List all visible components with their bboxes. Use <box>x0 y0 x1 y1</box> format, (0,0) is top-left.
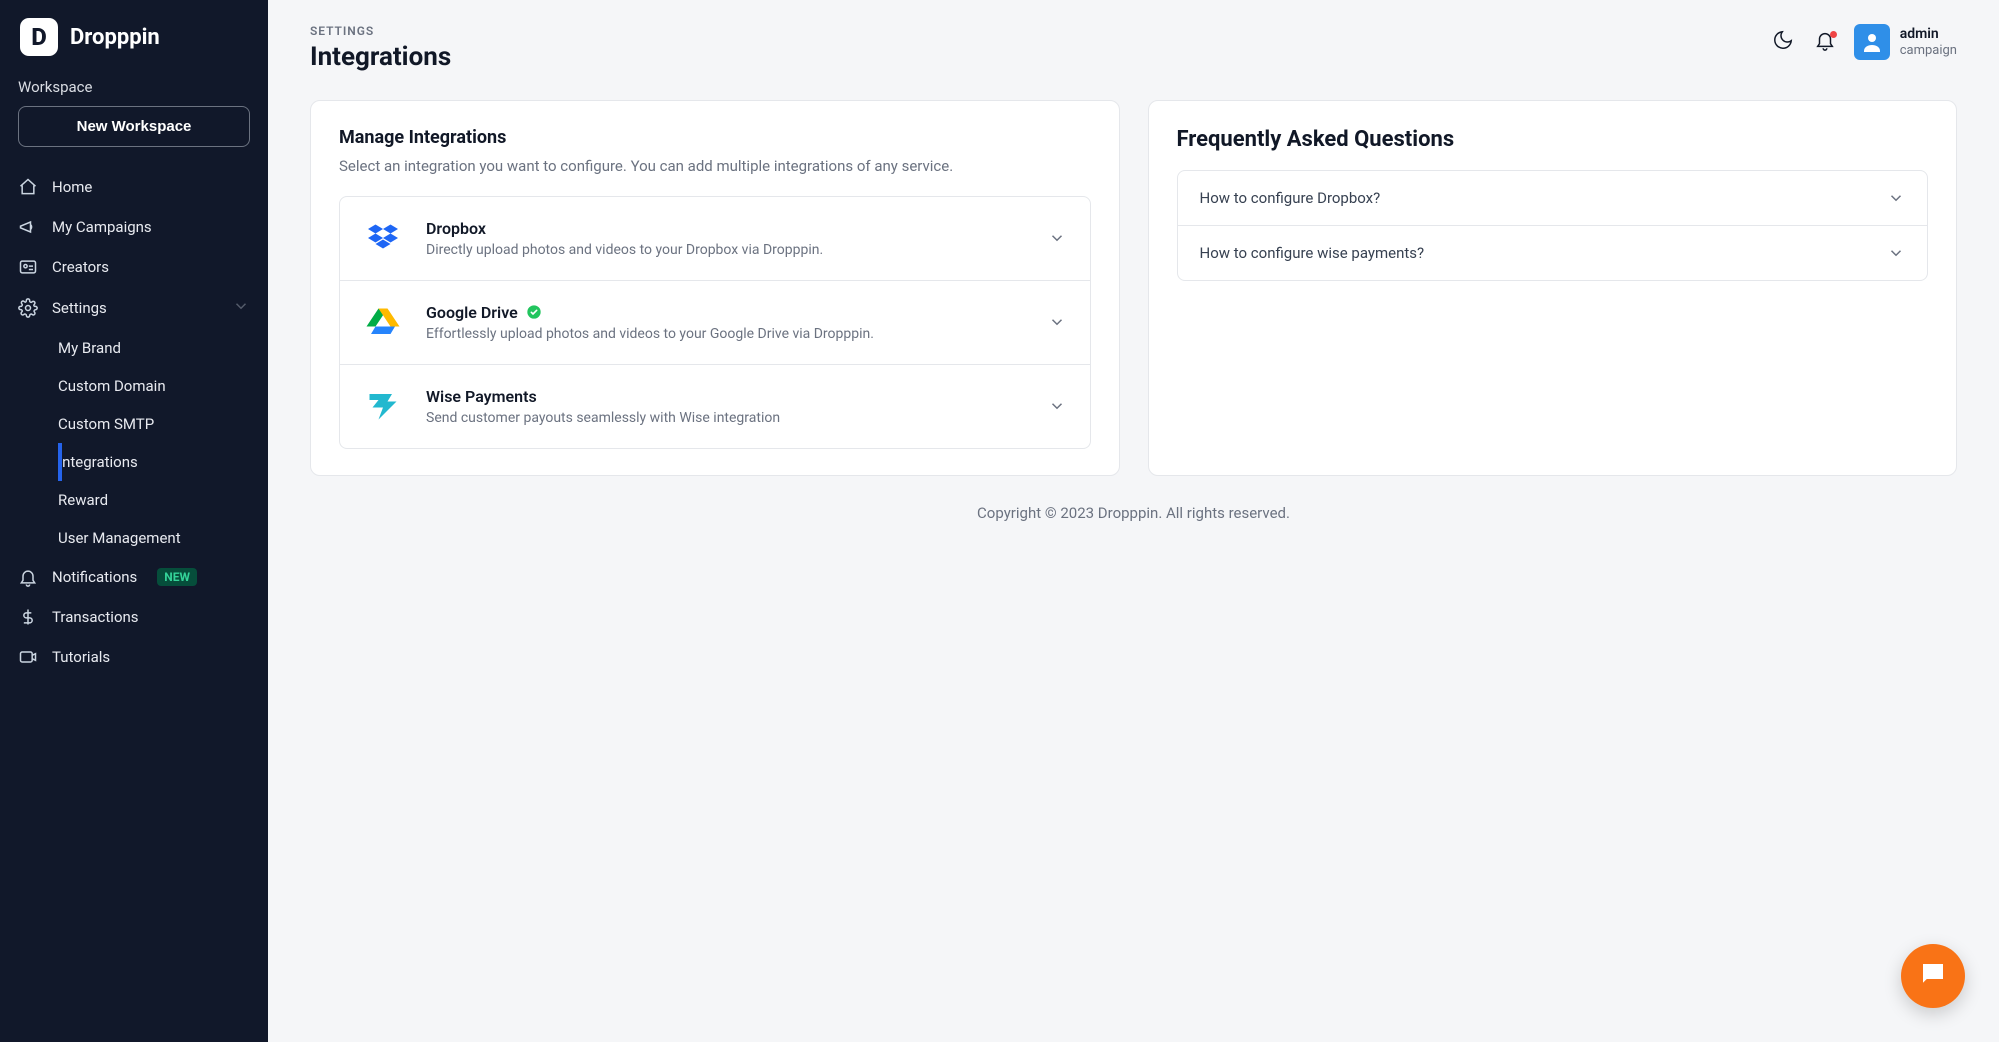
moon-icon <box>1772 29 1794 55</box>
breadcrumb: SETTINGS <box>310 24 451 38</box>
chevron-down-icon <box>1048 313 1066 331</box>
sidebar-item-label: My Brand <box>58 339 121 357</box>
sidebar-item-label: User Management <box>58 529 181 547</box>
workspace-label: Workspace <box>0 72 268 106</box>
manage-title: Manage Integrations <box>339 127 1091 148</box>
sidebar-item-user-management[interactable]: User Management <box>58 519 268 557</box>
id-card-icon <box>18 257 38 277</box>
sidebar-item-label: Home <box>52 178 92 196</box>
video-icon <box>18 647 38 667</box>
dollar-icon <box>18 607 38 627</box>
faq-item-dropbox[interactable]: How to configure Dropbox? <box>1178 171 1928 225</box>
topbar: SETTINGS Integrations admin campaign <box>268 0 1999 84</box>
sidebar-item-label: Integrations <box>58 453 138 471</box>
chevron-down-icon <box>232 297 250 319</box>
integration-item-dropbox[interactable]: Dropbox Directly upload photos and video… <box>339 196 1091 281</box>
sidebar-item-creators[interactable]: Creators <box>0 247 268 287</box>
sidebar-item-label: Tutorials <box>52 648 110 666</box>
sidebar-item-custom-smtp[interactable]: Custom SMTP <box>58 405 268 443</box>
sidebar-item-integrations[interactable]: Integrations <box>58 443 268 481</box>
settings-submenu: My Brand Custom Domain Custom SMTP Integ… <box>0 329 268 557</box>
faq-list: How to configure Dropbox? How to configu… <box>1177 170 1929 281</box>
gear-icon <box>18 298 38 318</box>
integration-item-wise[interactable]: Wise Payments Send customer payouts seam… <box>339 365 1091 449</box>
megaphone-icon <box>18 217 38 237</box>
brand-logo-icon: D <box>20 18 58 56</box>
sidebar-item-label: Transactions <box>52 608 139 626</box>
bell-icon <box>18 567 38 587</box>
verified-badge-icon <box>526 304 542 320</box>
notification-dot-icon <box>1830 31 1837 38</box>
sidebar-item-custom-domain[interactable]: Custom Domain <box>58 367 268 405</box>
user-name: admin <box>1900 26 1957 43</box>
sidebar-item-label: Settings <box>52 299 107 317</box>
integration-name: Google Drive <box>426 303 518 322</box>
sidebar-item-notifications[interactable]: Notifications NEW <box>0 557 268 597</box>
brand-name: Dropppin <box>70 25 160 50</box>
notifications-button[interactable] <box>1812 29 1838 55</box>
faq-question: How to configure Dropbox? <box>1200 189 1381 207</box>
sidebar-item-label: Custom Domain <box>58 377 166 395</box>
user-menu[interactable]: admin campaign <box>1854 24 1957 60</box>
chat-icon <box>1918 959 1948 993</box>
theme-toggle[interactable] <box>1770 29 1796 55</box>
user-role: campaign <box>1900 43 1957 59</box>
integration-desc: Send customer payouts seamlessly with Wi… <box>426 410 1024 426</box>
sidebar-item-label: My Campaigns <box>52 218 152 236</box>
sidebar-item-label: Creators <box>52 258 109 276</box>
main: SETTINGS Integrations admin campaign <box>268 0 1999 1042</box>
home-icon <box>18 177 38 197</box>
chevron-down-icon <box>1887 189 1905 207</box>
sidebar-item-transactions[interactable]: Transactions <box>0 597 268 637</box>
chevron-down-icon <box>1048 229 1066 247</box>
avatar-icon <box>1854 24 1890 60</box>
google-drive-icon <box>364 303 402 341</box>
sidebar: D Dropppin Workspace New Workspace Home … <box>0 0 268 1042</box>
brand[interactable]: D Dropppin <box>0 0 268 72</box>
sidebar-item-settings[interactable]: Settings <box>0 287 268 329</box>
chevron-down-icon <box>1048 397 1066 415</box>
faq-card: Frequently Asked Questions How to config… <box>1148 100 1958 476</box>
faq-question: How to configure wise payments? <box>1200 244 1425 262</box>
page-title: Integrations <box>310 42 451 72</box>
sidebar-item-reward[interactable]: Reward <box>58 481 268 519</box>
sidebar-item-label: Custom SMTP <box>58 415 154 433</box>
integration-desc: Effortlessly upload photos and videos to… <box>426 326 1024 342</box>
manage-subtitle: Select an integration you want to config… <box>339 156 1091 178</box>
sidebar-item-my-brand[interactable]: My Brand <box>58 329 268 367</box>
integration-list: Dropbox Directly upload photos and video… <box>339 196 1091 449</box>
integration-name: Dropbox <box>426 219 486 238</box>
new-workspace-button[interactable]: New Workspace <box>18 106 250 147</box>
sidebar-item-campaigns[interactable]: My Campaigns <box>0 207 268 247</box>
sidebar-item-label: Reward <box>58 491 108 509</box>
dropbox-icon <box>364 219 402 257</box>
new-badge: NEW <box>157 568 197 586</box>
integration-item-google-drive[interactable]: Google Drive Effortlessly upload photos … <box>339 281 1091 365</box>
footer-copyright: Copyright © 2023 Dropppin. All rights re… <box>310 476 1957 538</box>
integration-name: Wise Payments <box>426 387 537 406</box>
sidebar-item-home[interactable]: Home <box>0 167 268 207</box>
manage-integrations-card: Manage Integrations Select an integratio… <box>310 100 1120 476</box>
faq-title: Frequently Asked Questions <box>1177 127 1929 152</box>
chat-fab[interactable] <box>1901 944 1965 1008</box>
wise-icon <box>364 387 402 425</box>
chevron-down-icon <box>1887 244 1905 262</box>
sidebar-nav: Home My Campaigns Creators Settings My B… <box>0 161 268 677</box>
sidebar-item-tutorials[interactable]: Tutorials <box>0 637 268 677</box>
integration-desc: Directly upload photos and videos to you… <box>426 242 1024 258</box>
faq-item-wise[interactable]: How to configure wise payments? <box>1178 225 1928 280</box>
sidebar-item-label: Notifications <box>52 568 137 586</box>
